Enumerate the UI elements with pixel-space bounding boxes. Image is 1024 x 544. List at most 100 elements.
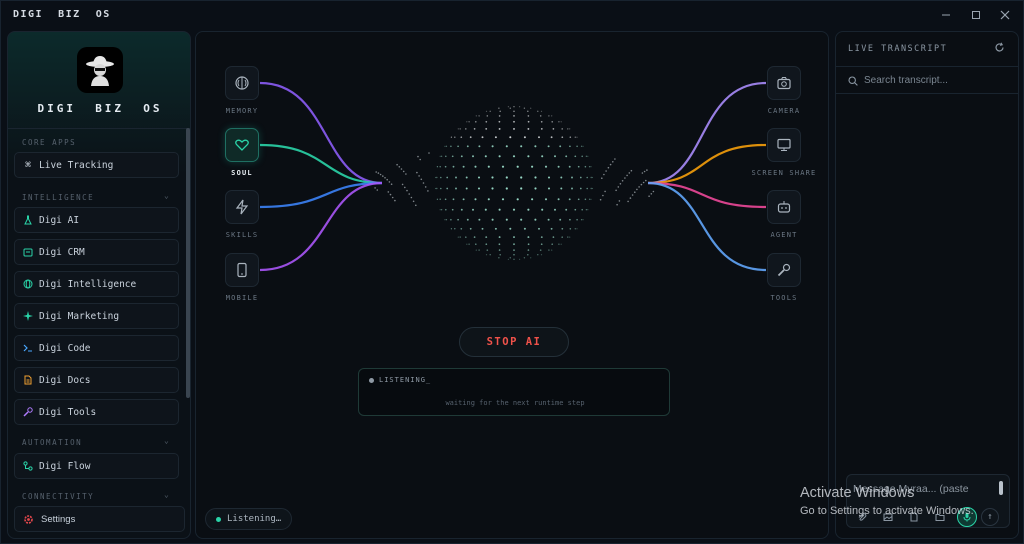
particle [472, 208, 474, 211]
chevron-down-icon[interactable]: ⌄ [164, 490, 169, 499]
node-screen-share[interactable] [767, 128, 801, 162]
node-tools[interactable] [767, 253, 801, 287]
particle [569, 218, 571, 221]
stop-ai-button[interactable]: STOP AI [459, 327, 569, 357]
particle [485, 127, 488, 130]
particle [384, 177, 386, 179]
sidebar-item-live-tracking[interactable]: ⌘ Live Tracking [14, 152, 179, 178]
particle [376, 189, 379, 191]
particle-sphere [374, 106, 655, 260]
particle [527, 120, 530, 123]
file-icon[interactable] [905, 508, 923, 526]
particle [565, 208, 568, 211]
lightning-icon [235, 199, 249, 215]
particle [652, 190, 655, 193]
sidebar-item-digi-intelligence[interactable]: Digi Intelligence [14, 271, 179, 297]
send-button[interactable]: ↑ [981, 508, 999, 526]
sidebar-item-digi-code[interactable]: Digi Code [14, 335, 179, 361]
paperclip-icon[interactable] [853, 508, 871, 526]
particle [391, 196, 394, 199]
particle [558, 243, 560, 245]
particle [450, 218, 452, 221]
particle [512, 155, 516, 158]
sidebar-item-digi-ai[interactable]: Digi AI [14, 207, 179, 233]
particle [523, 107, 526, 109]
close-icon[interactable] [995, 7, 1015, 23]
particle [485, 254, 488, 256]
connection-line [259, 143, 383, 185]
microphone-button[interactable] [957, 507, 977, 527]
particle [527, 253, 529, 256]
particle [439, 155, 441, 157]
particle [645, 179, 647, 182]
sidebar-item-digi-crm[interactable]: Digi CRM [14, 239, 179, 265]
particle [428, 152, 430, 154]
particle [561, 128, 563, 130]
status-dot [369, 377, 374, 383]
search-input[interactable] [864, 74, 1004, 86]
particle [560, 243, 562, 245]
particle [612, 161, 614, 163]
particle [498, 115, 501, 117]
particle [475, 115, 477, 117]
particle [539, 249, 542, 251]
node-mobile[interactable] [225, 253, 259, 287]
node-memory[interactable] [225, 66, 259, 100]
composer-scrollbar[interactable] [999, 481, 1003, 495]
neural-visualization [259, 81, 767, 272]
sidebar-item-digi-flow[interactable]: Digi Flow [14, 453, 179, 479]
particle [523, 136, 526, 139]
particle [560, 187, 563, 190]
particle [513, 243, 515, 246]
node-skills[interactable] [225, 190, 259, 224]
sidebar-item-digi-docs[interactable]: Digi Docs [14, 367, 179, 393]
particle [457, 236, 459, 238]
message-composer[interactable]: Message Myraa... (paste ↑ [846, 474, 1010, 528]
particle [475, 121, 477, 123]
particle [621, 180, 624, 182]
node-camera[interactable] [767, 66, 801, 100]
node-label: AGENT [770, 231, 798, 239]
sidebar-item-digi-marketing[interactable]: Digi Marketing [14, 303, 179, 329]
node-soul[interactable] [225, 128, 259, 162]
image-icon[interactable] [879, 508, 897, 526]
message-input[interactable]: Message Myraa... (paste [853, 483, 969, 495]
particle [520, 145, 523, 148]
particle [617, 186, 620, 188]
particle [396, 163, 398, 166]
particle [491, 187, 494, 190]
transcript-search[interactable] [836, 66, 1018, 94]
particle [551, 249, 553, 251]
particle [523, 227, 526, 230]
sidebar-item-digi-tools[interactable]: Digi Tools [14, 399, 179, 425]
chevron-down-icon[interactable]: ⌄ [164, 436, 169, 445]
particle [561, 136, 564, 139]
node-label: MOBILE [225, 294, 259, 302]
particle [465, 236, 467, 238]
particle [560, 176, 563, 179]
particle [465, 128, 467, 130]
sidebar-scrollbar[interactable] [186, 128, 190, 398]
particle [455, 176, 457, 179]
settings-button[interactable]: Settings [14, 506, 185, 532]
particle [629, 197, 632, 199]
particle [590, 166, 592, 168]
particle [603, 173, 605, 176]
node-agent[interactable] [767, 190, 801, 224]
composer-toolbar: ↑ [853, 507, 999, 527]
particle [457, 128, 459, 130]
maximize-icon[interactable] [966, 7, 986, 23]
particle [481, 227, 484, 230]
particle [590, 198, 592, 200]
particle [585, 209, 588, 211]
refresh-icon[interactable] [994, 42, 1005, 56]
particle [568, 198, 571, 201]
particle [509, 257, 511, 259]
chevron-down-icon[interactable]: ⌄ [164, 191, 169, 200]
particle [588, 166, 591, 168]
particle [418, 175, 420, 177]
folder-icon[interactable] [931, 508, 949, 526]
minimize-icon[interactable] [936, 7, 956, 23]
particle [460, 136, 463, 139]
particle [489, 254, 491, 256]
